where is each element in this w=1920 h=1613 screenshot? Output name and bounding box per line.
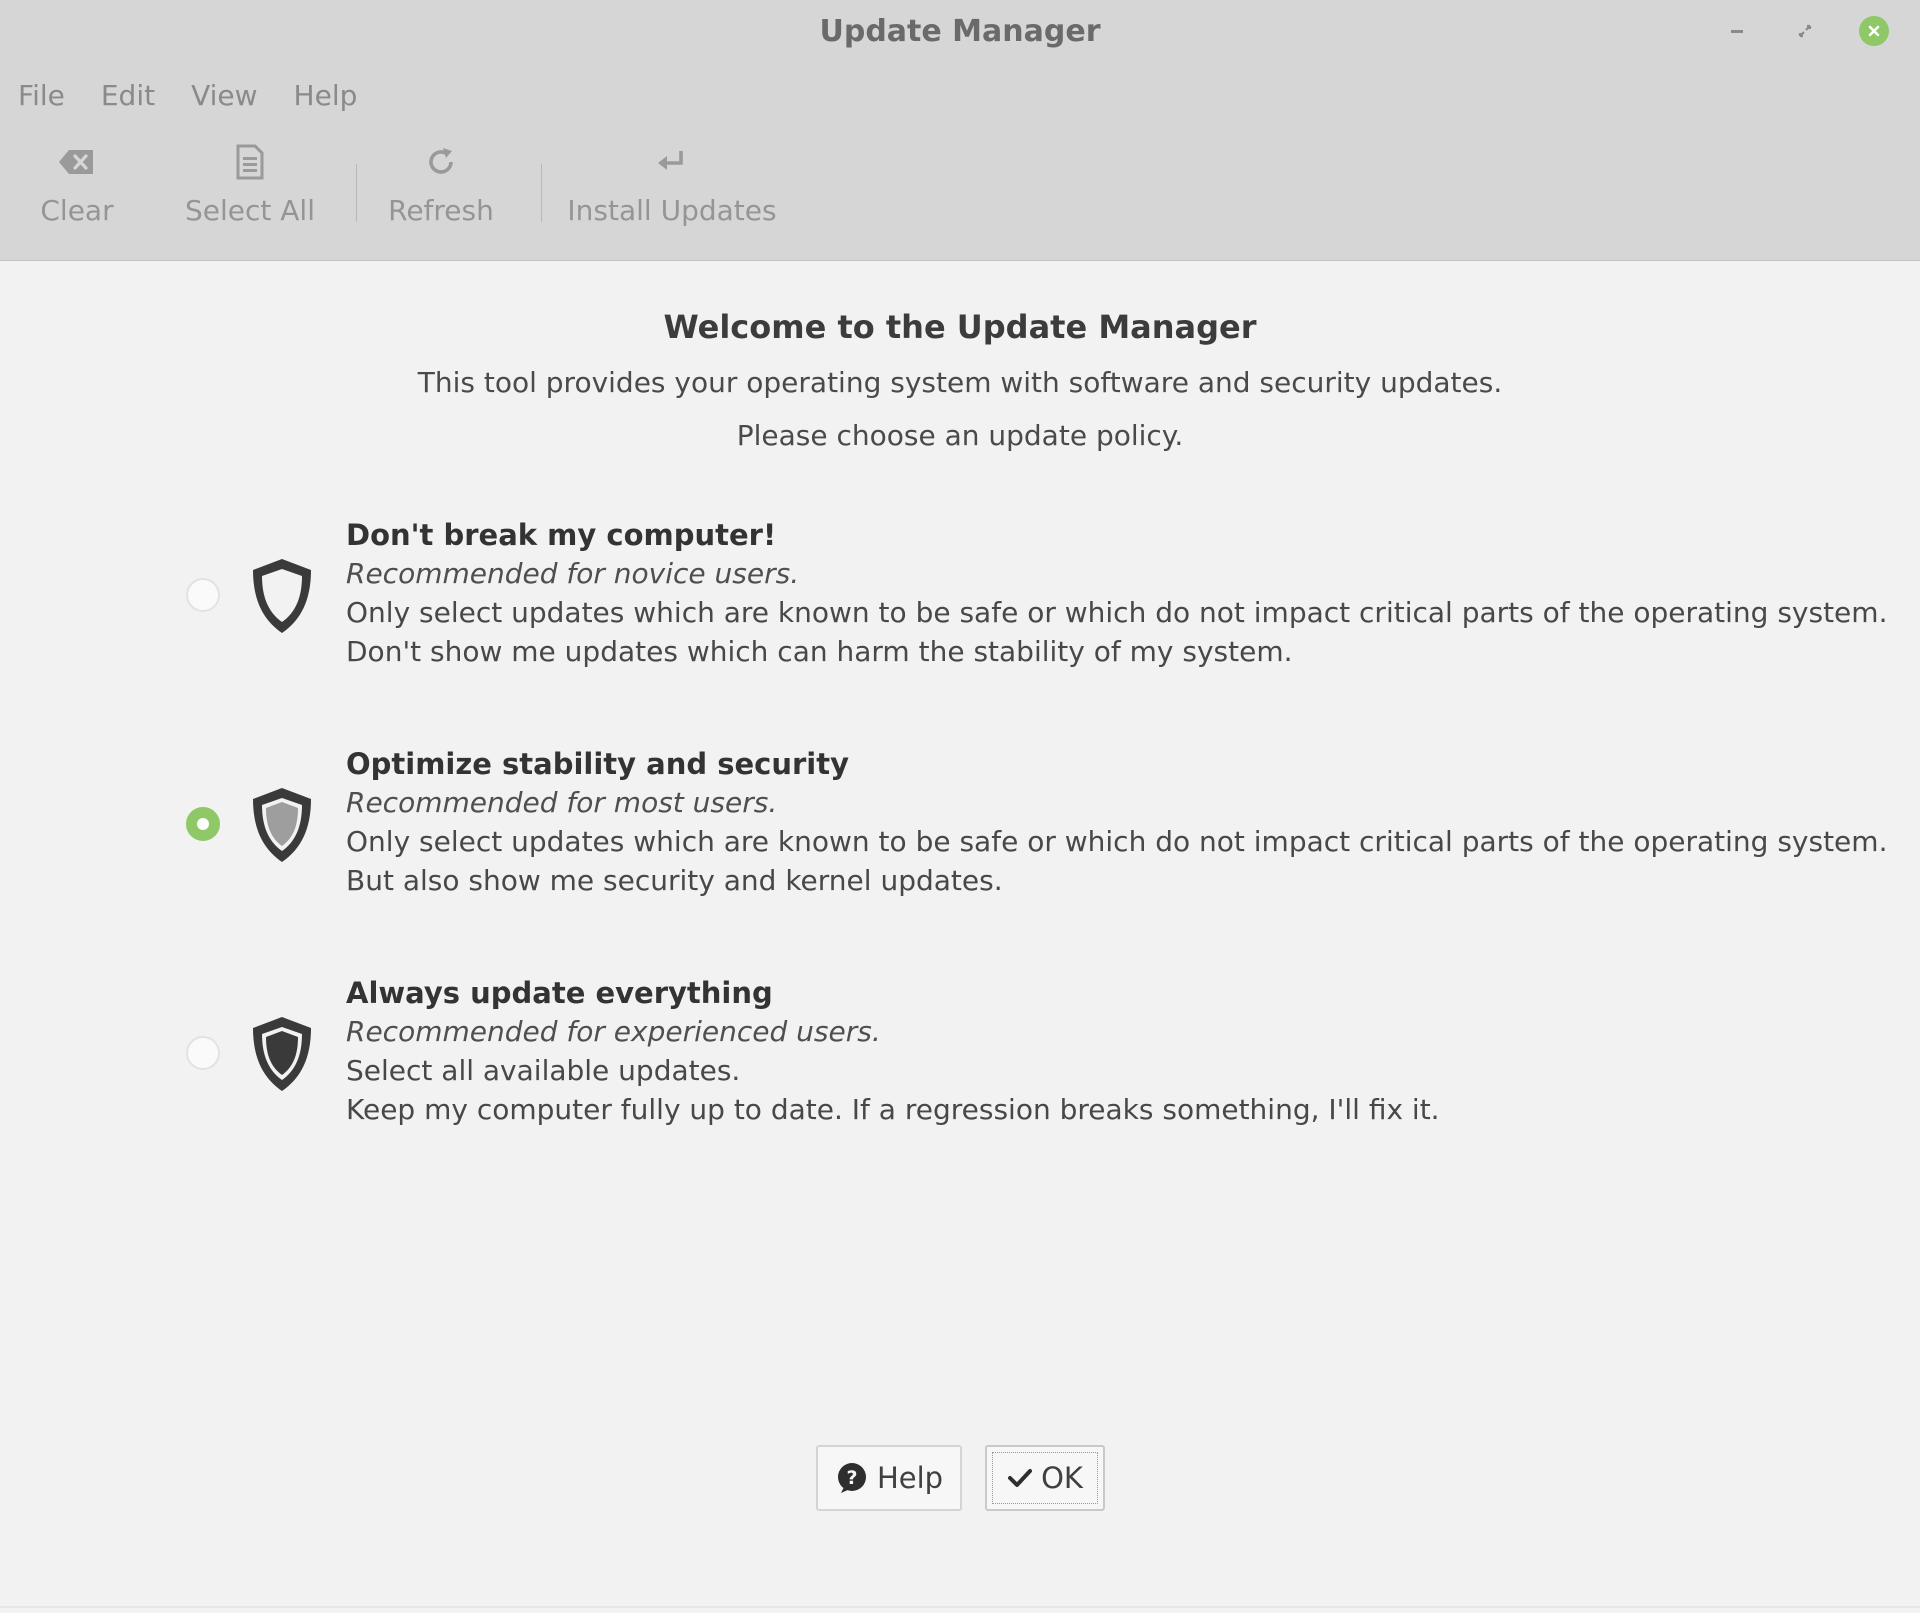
policy-option-experienced[interactable]: Always update everything Recommended for… [0,974,1920,1154]
policy-title: Always update everything [346,976,773,1010]
install-updates-label: Install Updates [567,194,777,227]
window-title: Update Manager [819,14,1101,49]
close-button[interactable] [1857,14,1891,48]
window-bottom-edge [0,1606,1920,1608]
menu-file[interactable]: File [18,79,65,112]
shield-outline-icon [253,559,311,633]
policy-radio[interactable] [186,578,220,612]
clear-label: Clear [40,194,114,227]
help-button[interactable]: ? Help [816,1445,962,1511]
policy-radio[interactable] [186,1036,220,1070]
backspace-icon [59,150,93,174]
policy-description: Only select updates which are known to b… [346,825,1888,858]
header: Update Manager File Edit View Help Clear… [0,0,1920,261]
policy-description: Don't show me updates which can harm the… [346,635,1293,668]
policy-radio-selected[interactable] [186,807,220,841]
update-manager-window: Update Manager File Edit View Help Clear… [0,0,1920,1613]
shield-half-icon [253,788,311,862]
refresh-label: Refresh [388,194,494,227]
policy-subtitle: Recommended for experienced users. [346,1015,881,1048]
toolbar-separator [356,164,357,222]
policy-subtitle: Recommended for novice users. [346,557,800,590]
menu-view[interactable]: View [191,79,257,112]
help-icon: ? [837,1463,866,1493]
clear-button[interactable]: Clear [38,140,116,240]
minimize-icon [1731,30,1743,33]
return-arrow-icon [658,151,683,170]
welcome-title: Welcome to the Update Manager [663,308,1257,346]
refresh-icon [429,148,453,174]
toolbar: Clear Select All Refresh Install Updates [0,140,1920,240]
welcome-description: This tool provides your operating system… [417,366,1503,399]
svg-text:?: ? [846,1467,857,1489]
help-button-label: Help [876,1461,944,1495]
ok-focus-ring: OK [992,1452,1098,1504]
policy-text: Always update everything Recommended for… [346,974,1440,1129]
welcome-instruction: Please choose an update policy. [736,419,1184,452]
policy-description: Keep my computer fully up to date. If a … [346,1093,1440,1126]
checkmark-icon [1008,1469,1033,1487]
close-icon [1859,16,1889,46]
policy-option-most[interactable]: Optimize stability and security Recommen… [0,745,1920,925]
policy-text: Optimize stability and security Recommen… [346,745,1887,900]
policy-description: Only select updates which are known to b… [346,596,1888,629]
toolbar-separator [541,164,542,222]
menu-bar: File Edit View Help [0,72,1920,118]
refresh-button[interactable]: Refresh [386,140,496,240]
restore-icon [1798,24,1812,38]
title-bar: Update Manager [0,0,1920,66]
document-icon [236,144,264,180]
select-all-button[interactable]: Select All [180,140,320,240]
maximize-button[interactable] [1788,14,1822,48]
shield-filled-icon [253,1017,311,1091]
policy-text: Don't break my computer! Recommended for… [346,516,1887,671]
policy-description: Select all available updates. [346,1054,741,1087]
ok-button[interactable]: OK [985,1445,1105,1511]
menu-edit[interactable]: Edit [101,79,155,112]
minimize-button[interactable] [1720,14,1754,48]
select-all-label: Select All [185,194,315,227]
policy-subtitle: Recommended for most users. [346,786,778,819]
menu-help[interactable]: Help [294,79,358,112]
install-updates-button[interactable]: Install Updates [567,140,777,240]
policy-option-novice[interactable]: Don't break my computer! Recommended for… [0,516,1920,696]
policy-title: Optimize stability and security [346,747,849,781]
policy-description: But also show me security and kernel upd… [346,864,1003,897]
ok-button-label: OK [1041,1461,1083,1495]
policy-title: Don't break my computer! [346,518,777,552]
